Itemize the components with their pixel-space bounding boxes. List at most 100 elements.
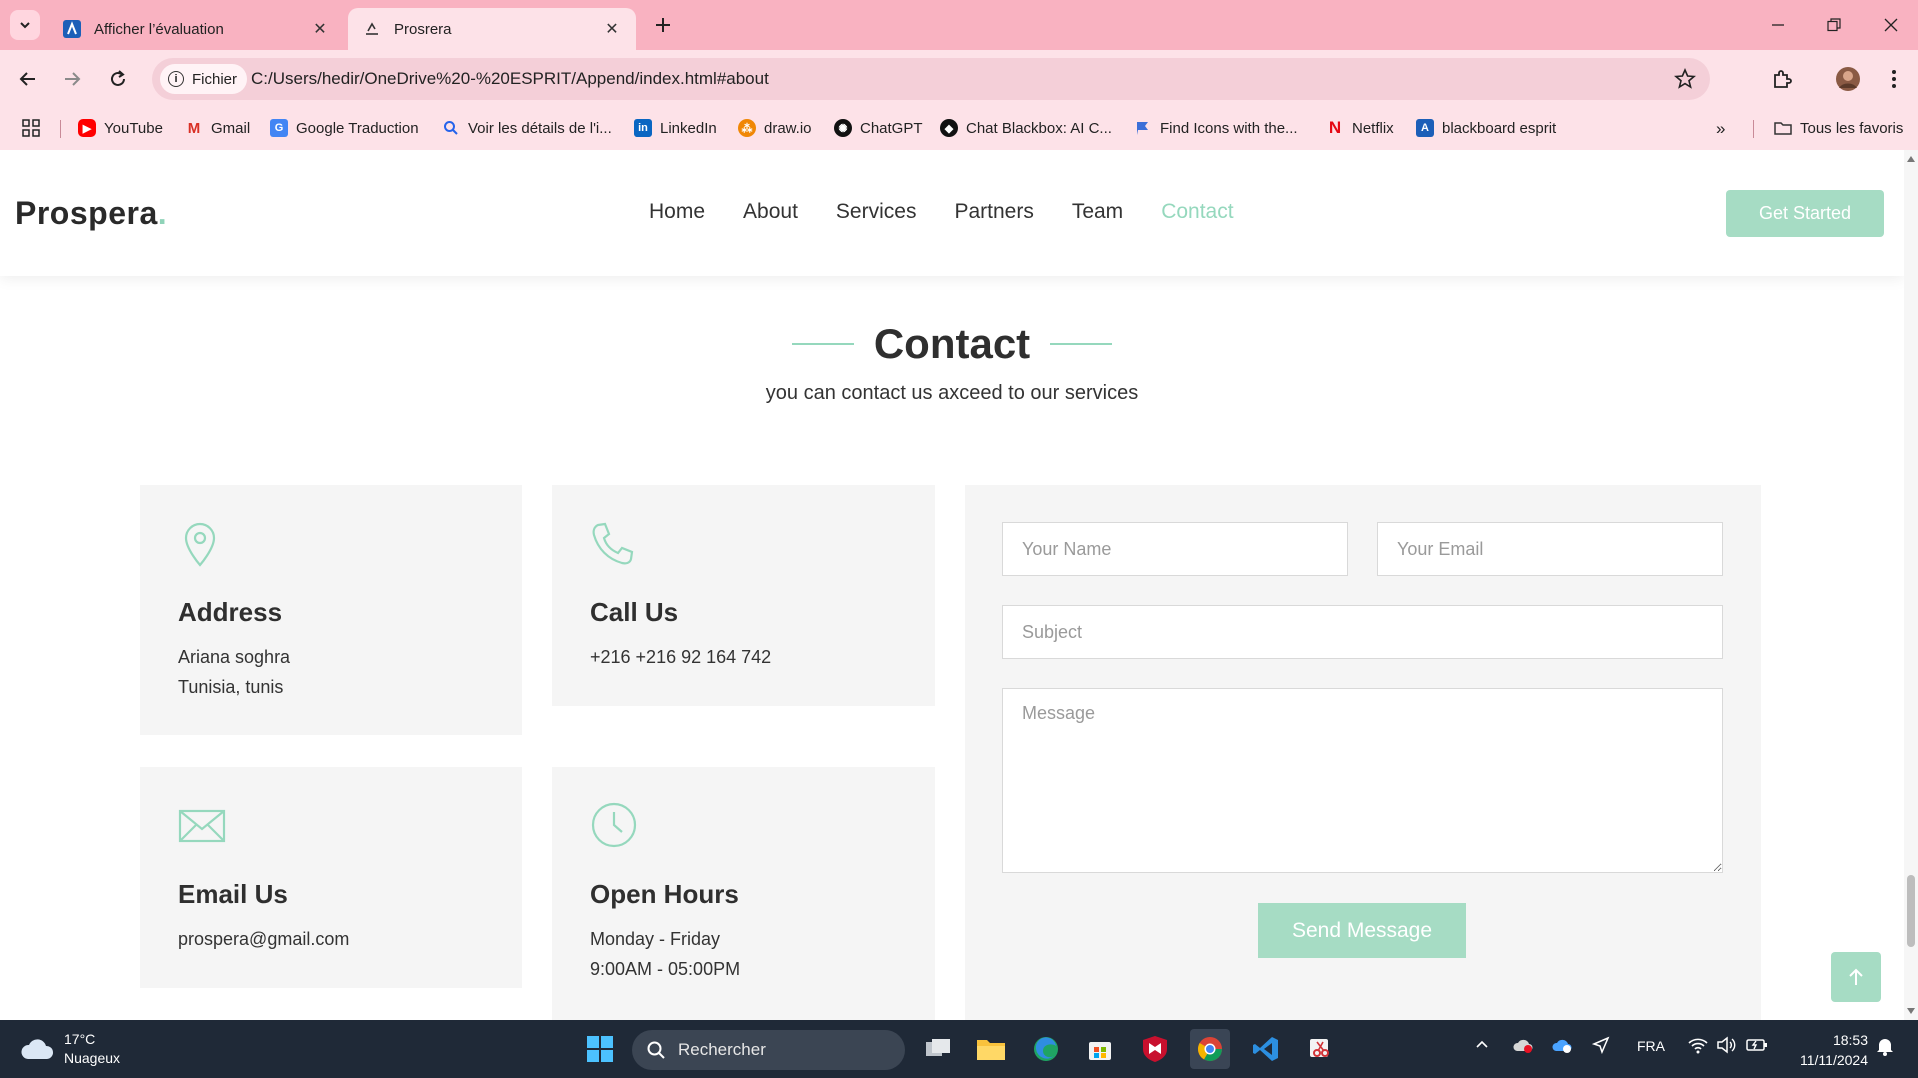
close-window-button[interactable] [1878, 14, 1904, 36]
taskbar-search[interactable]: Rechercher [632, 1030, 905, 1070]
card-title: Email Us [178, 879, 288, 909]
bookmark-find-icons[interactable]: Find Icons with the... [1134, 119, 1298, 137]
bookmark-voir-details[interactable]: Voir les détails de l'i... [442, 119, 612, 137]
get-started-button[interactable]: Get Started [1726, 190, 1884, 237]
bookmark-gmail[interactable]: M Gmail [185, 119, 250, 137]
minimize-window-button[interactable] [1765, 14, 1791, 36]
microsoft-store-button[interactable] [1080, 1029, 1120, 1069]
edge-browser-button[interactable] [1026, 1029, 1066, 1069]
more-bookmarks-button[interactable]: » [1716, 119, 1725, 139]
phone-icon [592, 522, 634, 565]
edge-icon [1034, 1037, 1058, 1061]
bookmark-netflix[interactable]: N Netflix [1326, 118, 1394, 137]
nav-team[interactable]: Team [1072, 200, 1123, 224]
chatgpt-icon: ✺ [834, 119, 852, 137]
wifi-icon [1688, 1038, 1708, 1054]
restore-window-button[interactable] [1821, 14, 1847, 36]
notifications-button[interactable] [1876, 1036, 1894, 1059]
bookmark-star-icon[interactable] [1674, 68, 1696, 90]
page-scrollbar[interactable] [1904, 150, 1918, 1020]
volume-tray[interactable] [1716, 1036, 1736, 1057]
avatar-icon [1836, 67, 1860, 91]
site-info-chip[interactable]: i Fichier [160, 64, 248, 94]
chrome-button[interactable] [1190, 1029, 1230, 1069]
bookmark-label: Find Icons with the... [1160, 119, 1298, 137]
subject-input[interactable] [1002, 605, 1723, 659]
show-hidden-icons-button[interactable] [1474, 1036, 1490, 1055]
location-tray[interactable] [1591, 1036, 1610, 1057]
url-text[interactable]: C:/Users/hedir/OneDrive%20-%20ESPRIT/App… [251, 69, 769, 89]
close-tab-icon[interactable]: ✕ [310, 19, 330, 39]
windows-taskbar: 17°C Nuageux Rechercher FRA 18:53 11/11/… [0, 1020, 1918, 1078]
browser-menu-button[interactable] [1880, 65, 1908, 93]
tab-evaluation[interactable]: Afficher l’évaluation ✕ [48, 8, 344, 50]
weather-widget[interactable]: 17°C Nuageux [20, 1030, 120, 1068]
section-title: Contact [873, 320, 1031, 367]
battery-tray[interactable] [1746, 1036, 1768, 1057]
send-message-button[interactable]: Send Message [1258, 903, 1466, 958]
blackbox-icon: ◆ [940, 119, 958, 137]
wifi-tray[interactable] [1688, 1036, 1708, 1057]
envelope-icon [178, 809, 226, 843]
page-favicon-icon [362, 19, 382, 39]
profile-avatar[interactable] [1834, 65, 1862, 93]
file-explorer-button[interactable] [971, 1029, 1011, 1069]
browser-tab-bar: Afficher l’évaluation ✕ Prosrera ✕ [0, 0, 1918, 50]
arrow-up-icon [1849, 968, 1863, 985]
email-address[interactable]: prospera@gmail.com [178, 929, 349, 950]
card-title: Open Hours [590, 879, 739, 909]
bookmark-blackbox[interactable]: ◆ Chat Blackbox: AI C... [940, 119, 1112, 137]
email-input[interactable] [1377, 522, 1723, 576]
bookmark-youtube[interactable]: ▶ YouTube [78, 119, 163, 137]
start-button[interactable] [580, 1029, 620, 1069]
address-bar[interactable]: i Fichier C:/Users/hedir/OneDrive%20-%20… [152, 58, 1710, 100]
site-info-label: Fichier [192, 70, 238, 88]
new-tab-button[interactable] [650, 12, 676, 38]
nav-partners[interactable]: Partners [954, 200, 1033, 224]
extensions-button[interactable] [1768, 65, 1796, 93]
bookmark-linkedin[interactable]: in LinkedIn [634, 119, 717, 137]
bookmark-label: blackboard esprit [1442, 119, 1557, 137]
task-view-button[interactable] [918, 1029, 958, 1069]
mcafee-button[interactable] [1135, 1029, 1175, 1069]
system-clock[interactable]: 18:53 11/11/2024 [1786, 1030, 1868, 1070]
nav-services[interactable]: Services [836, 200, 917, 224]
apps-button[interactable] [22, 119, 40, 137]
scrollbar-thumb[interactable] [1907, 875, 1915, 947]
scroll-down-arrow-icon[interactable] [1907, 1008, 1915, 1014]
tab-search-button[interactable] [10, 10, 40, 40]
input-language[interactable]: FRA [1637, 1038, 1665, 1054]
nav-about[interactable]: About [743, 200, 798, 224]
scroll-up-arrow-icon[interactable] [1907, 156, 1915, 162]
name-input[interactable] [1002, 522, 1348, 576]
nav-contact[interactable]: Contact [1161, 200, 1233, 224]
onedrive-tray[interactable] [1551, 1036, 1573, 1057]
site-logo[interactable]: Prospera. [15, 195, 167, 232]
call-card: Call Us +216 +216 92 164 742 [552, 485, 935, 706]
reload-button[interactable] [104, 65, 132, 93]
card-title: Address [178, 597, 283, 627]
onedrive-error-tray[interactable] [1512, 1036, 1534, 1057]
message-textarea[interactable] [1002, 688, 1723, 873]
snipping-tool-button[interactable] [1300, 1029, 1340, 1069]
tab-prosrera[interactable]: Prosrera ✕ [348, 8, 636, 50]
info-icon: i [168, 71, 184, 87]
forward-button[interactable] [58, 65, 86, 93]
contact-form: Send Message [965, 485, 1761, 1020]
all-bookmarks-folder[interactable]: Tous les favoris [1774, 119, 1903, 137]
back-to-top-button[interactable] [1831, 952, 1881, 1002]
translate-icon: G [270, 119, 288, 137]
bookmark-chatgpt[interactable]: ✺ ChatGPT [834, 119, 923, 137]
phone-number[interactable]: +216 +216 92 164 742 [590, 647, 771, 668]
bookmark-drawio[interactable]: ⁂ draw.io [738, 119, 812, 137]
close-tab-icon[interactable]: ✕ [602, 19, 622, 39]
heading-line-right [1050, 343, 1113, 345]
bookmark-google-translate[interactable]: G Google Traduction [270, 119, 419, 137]
reload-icon [111, 70, 125, 86]
nav-home[interactable]: Home [649, 200, 705, 224]
linkedin-icon: in [634, 119, 652, 137]
address-card: Address Ariana soghra Tunisia, tunis [140, 485, 522, 735]
bookmark-blackboard[interactable]: A blackboard esprit [1416, 119, 1556, 137]
vscode-button[interactable] [1246, 1029, 1286, 1069]
back-button[interactable] [14, 65, 42, 93]
